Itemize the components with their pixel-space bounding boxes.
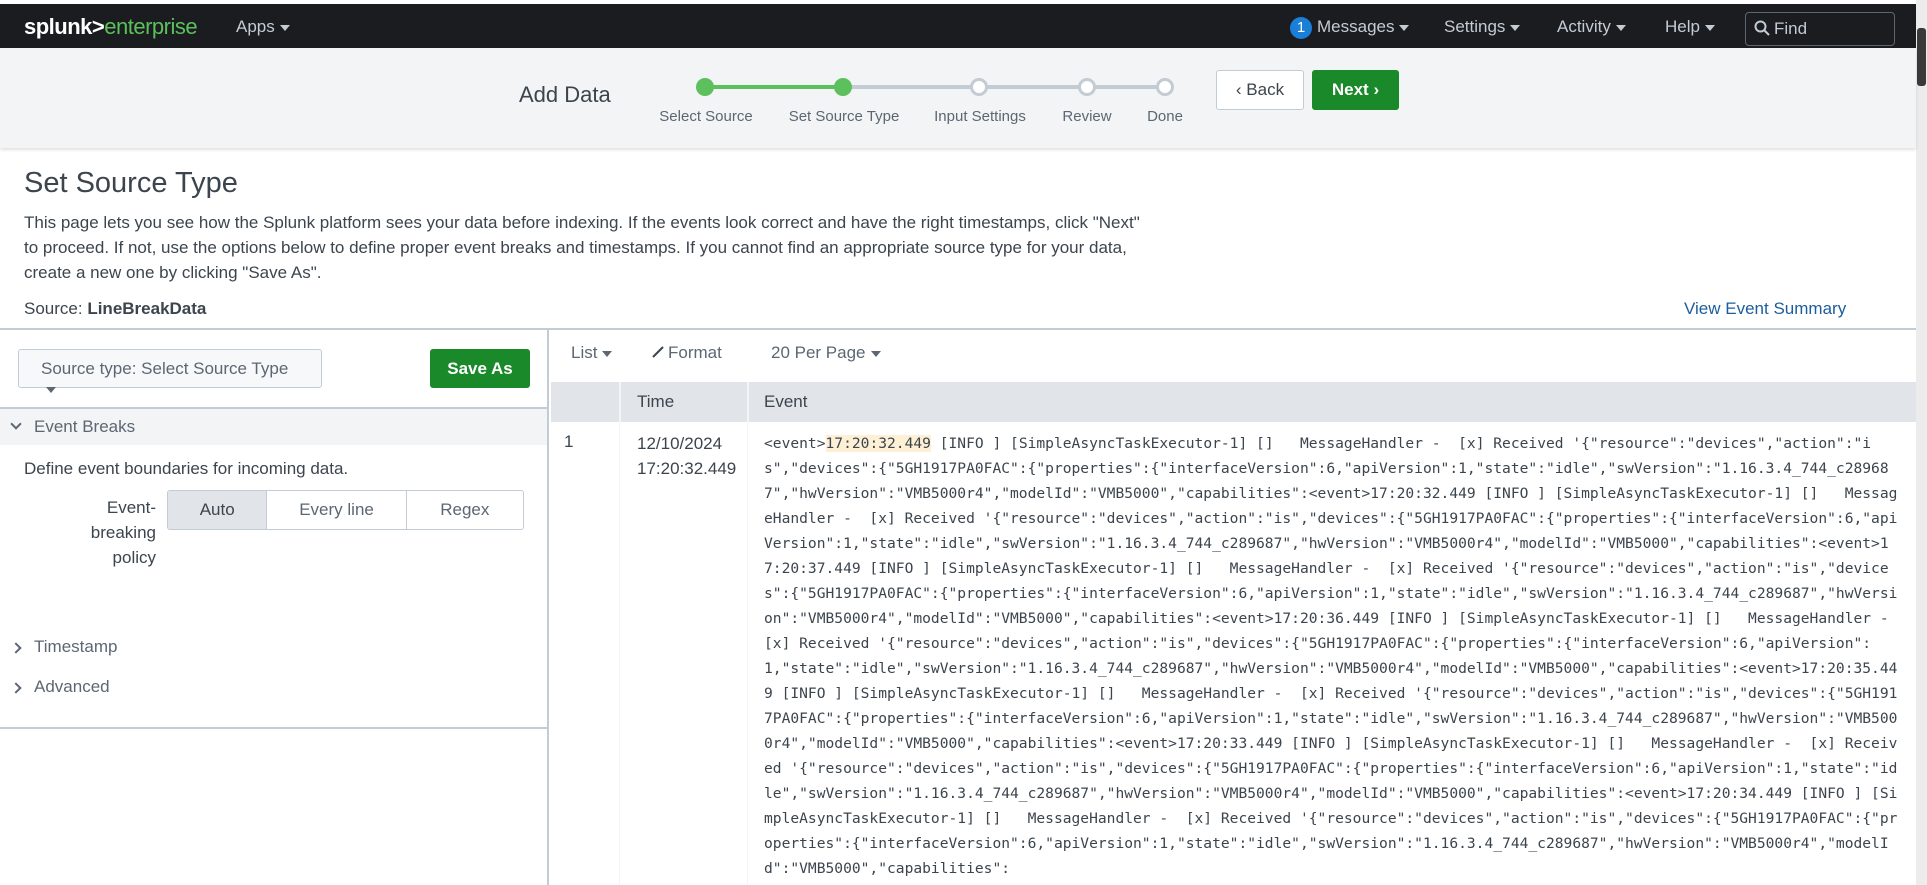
caret-down-icon	[1704, 24, 1715, 31]
column-separator	[747, 422, 748, 885]
column-header-event[interactable]: Event	[764, 392, 807, 412]
source-type-settings-panel: Source type: Select Source Type Save As …	[0, 330, 549, 885]
caret-down-icon	[1399, 24, 1410, 31]
top-nav-bar: splunk>enterprise Apps 1 Messages Setting…	[0, 4, 1916, 48]
caret-down-icon	[279, 24, 290, 31]
next-button[interactable]: Next ›	[1312, 70, 1399, 110]
step-dot-set-source-type	[834, 78, 852, 96]
step-label-review: Review	[1062, 108, 1112, 125]
step-label-input-settings: Input Settings	[934, 108, 1026, 125]
messages-menu[interactable]: 1 Messages	[1290, 17, 1410, 39]
event-timestamp-highlight: 17:20:32.449	[825, 435, 931, 452]
column-separator	[619, 422, 620, 885]
step-progress-line-todo	[843, 85, 1165, 89]
step-label-done: Done	[1147, 108, 1183, 125]
page-scrollbar-thumb[interactable]	[1917, 28, 1926, 86]
page-title: Set Source Type	[24, 167, 238, 199]
panel-divider	[0, 727, 547, 729]
chevron-right-icon: ›	[1368, 80, 1380, 99]
column-separator	[747, 382, 749, 422]
event-breaks-accordion[interactable]: Event Breaks	[0, 407, 547, 445]
chevron-left-icon: ‹	[1235, 80, 1247, 99]
find-input[interactable]: Find	[1745, 12, 1895, 46]
list-view-dropdown[interactable]: List	[571, 343, 613, 363]
column-header-time[interactable]: Time	[637, 392, 674, 412]
step-dot-review	[1078, 78, 1096, 96]
caret-down-icon	[1510, 24, 1521, 31]
wizard-title: Add Data	[519, 82, 611, 107]
page-description: This page lets you see how the Splunk pl…	[24, 213, 1140, 282]
caret-down-icon	[46, 386, 56, 393]
event-breaking-policy-label: Event-breaking policy	[90, 498, 156, 567]
save-as-button[interactable]: Save As	[430, 349, 530, 388]
page-scrollbar[interactable]	[1916, 0, 1927, 885]
format-button[interactable]: Format	[652, 343, 722, 363]
step-dot-input-settings	[970, 78, 988, 96]
source-type-dropdown[interactable]: Source type: Select Source Type	[18, 349, 322, 393]
step-label-set-source-type: Set Source Type	[788, 108, 900, 125]
caret-down-icon	[1615, 24, 1626, 31]
step-dot-done	[1156, 78, 1174, 96]
step-progress-line-done	[705, 85, 843, 89]
policy-option-every-line[interactable]: Every line	[267, 491, 407, 529]
column-separator	[619, 382, 621, 422]
step-dot-select-source	[696, 78, 714, 96]
pencil-icon	[652, 346, 664, 358]
apps-menu[interactable]: Apps	[236, 17, 290, 37]
back-button[interactable]: ‹ Back	[1216, 70, 1304, 110]
splunk-logo[interactable]: splunk>enterprise	[24, 14, 198, 40]
messages-count-badge: 1	[1290, 17, 1312, 39]
view-event-summary-link[interactable]: View Event Summary	[1684, 299, 1846, 319]
step-label-select-source: Select Source	[659, 108, 753, 125]
policy-option-auto[interactable]: Auto	[168, 491, 268, 529]
source-value: LineBreakData	[87, 299, 207, 318]
caret-down-icon	[602, 350, 613, 357]
advanced-accordion[interactable]: Advanced	[10, 677, 110, 697]
chevron-right-icon	[10, 682, 22, 694]
activity-menu[interactable]: Activity	[1557, 17, 1626, 37]
event-breaks-description: Define event boundaries for incoming dat…	[24, 459, 349, 478]
event-breaking-policy-toggle: Auto Every line Regex	[167, 490, 524, 530]
help-menu[interactable]: Help	[1665, 17, 1715, 37]
caret-down-icon	[870, 350, 881, 357]
add-data-wizard: Add Data Select Source Set Source Type I…	[0, 48, 1916, 148]
events-table-header: Time Event	[551, 382, 1916, 422]
timestamp-accordion[interactable]: Timestamp	[10, 637, 117, 657]
chevron-down-icon	[10, 418, 22, 430]
per-page-dropdown[interactable]: 20 Per Page	[771, 343, 881, 363]
settings-menu[interactable]: Settings	[1444, 17, 1521, 37]
row-time: 12/10/2024 17:20:32.449	[637, 434, 737, 478]
policy-option-regex[interactable]: Regex	[407, 491, 523, 529]
search-icon	[1754, 20, 1770, 36]
chevron-right-icon	[10, 642, 22, 654]
source-info: Source: LineBreakData	[24, 299, 207, 318]
row-event-text[interactable]: <event>17:20:32.449 [INFO ] [SimpleAsync…	[764, 431, 1906, 881]
row-index: 1	[564, 432, 574, 451]
